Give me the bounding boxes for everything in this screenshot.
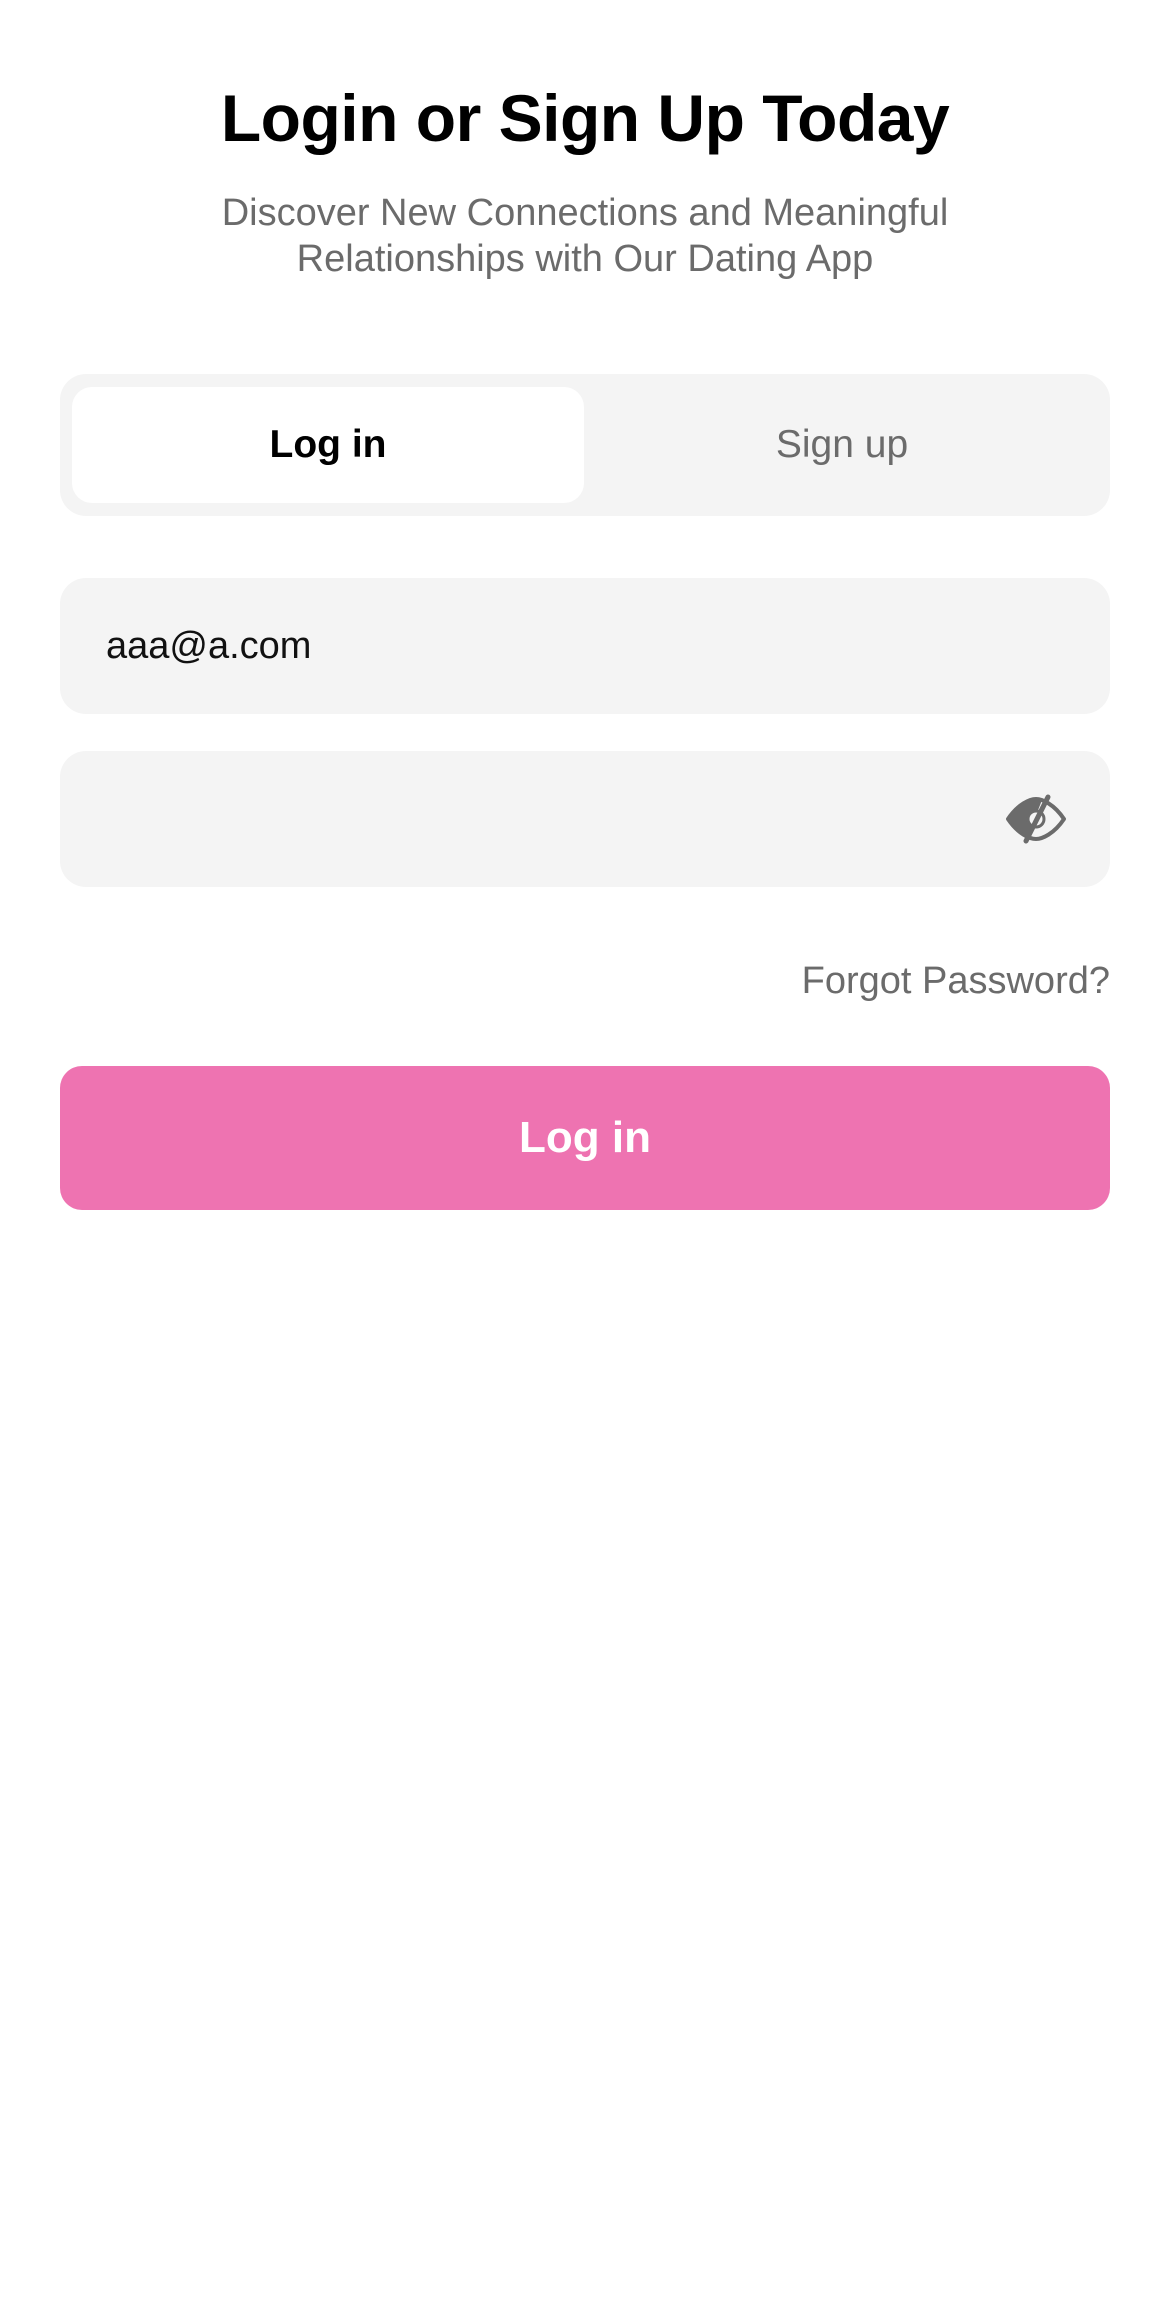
eye-slash-icon[interactable] — [1004, 794, 1068, 844]
email-field-container — [60, 578, 1110, 714]
auth-tab-switcher: Log in Sign up — [60, 374, 1110, 516]
page-subtitle: Discover New Connections and Meaningful … — [221, 192, 949, 280]
password-field[interactable] — [60, 751, 1006, 887]
forgot-password-link[interactable]: Forgot Password? — [802, 960, 1110, 1003]
tab-sign-up[interactable]: Sign up — [586, 387, 1098, 503]
email-field[interactable] — [60, 578, 1006, 714]
login-button[interactable]: Log in — [60, 1066, 1110, 1210]
password-field-container — [60, 751, 1110, 887]
page-title: Login or Sign Up Today — [220, 81, 950, 155]
login-screen: Login or Sign Up Today Discover New Conn… — [0, 0, 1170, 2306]
tab-log-in[interactable]: Log in — [72, 387, 584, 503]
